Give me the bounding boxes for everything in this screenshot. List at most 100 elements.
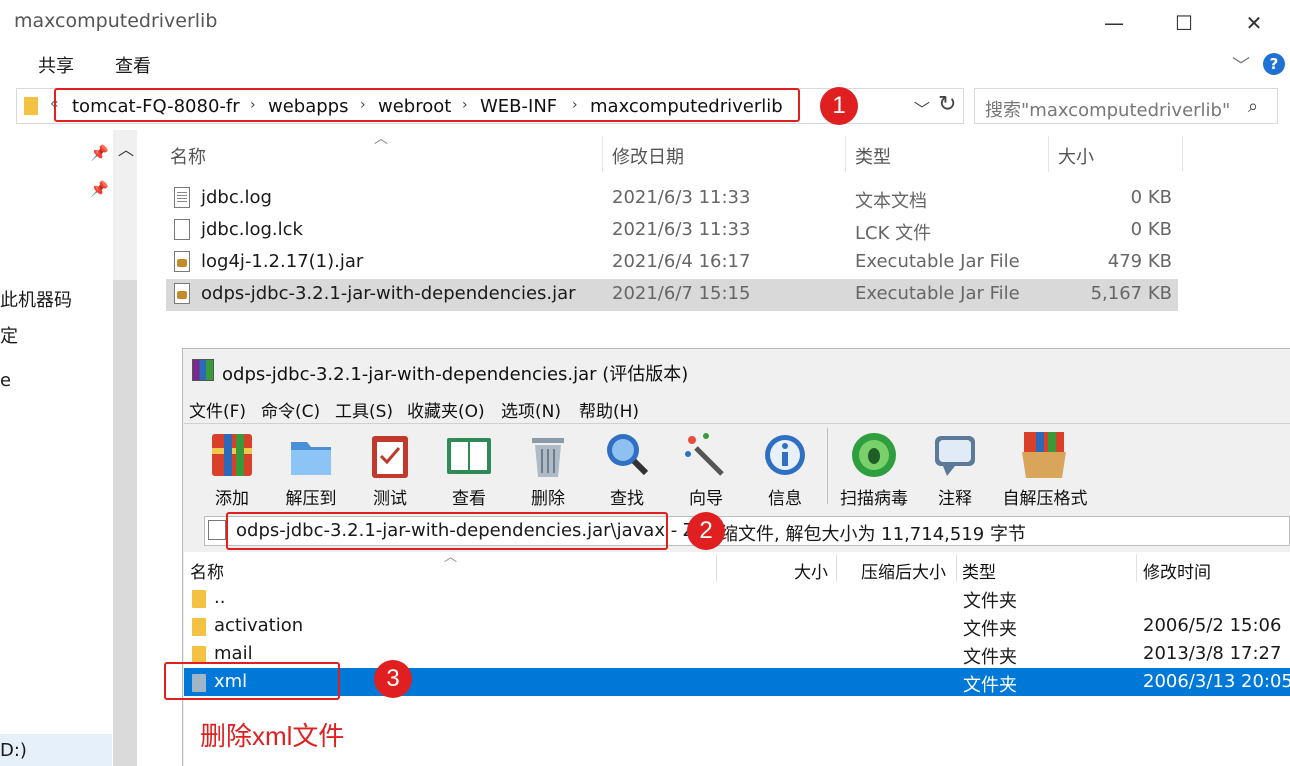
- tool-label: 扫描病毒: [840, 489, 908, 509]
- tool-virus-scan-button[interactable]: 扫描病毒: [837, 426, 911, 509]
- nav-item-fragment[interactable]: e: [0, 370, 11, 391]
- search-icon[interactable]: ⌕: [1248, 96, 1258, 117]
- tool-find-button[interactable]: 查找: [590, 426, 664, 509]
- file-row[interactable]: jdbc.log.lck 2021/6/3 11:33 LCK 文件 0 KB: [166, 215, 1178, 247]
- tool-label: 查看: [452, 489, 486, 509]
- tool-label: 信息: [768, 489, 802, 509]
- column-divider[interactable]: [1048, 136, 1049, 172]
- column-divider[interactable]: [956, 554, 957, 582]
- search-input[interactable]: 搜索"maxcomputedriverlib": [985, 96, 1230, 122]
- help-icon[interactable]: ?: [1263, 53, 1285, 75]
- column-header-modified[interactable]: 修改时间: [1143, 558, 1211, 583]
- column-header-size[interactable]: 大小: [1058, 143, 1094, 169]
- tool-label: 解压到: [285, 489, 337, 509]
- ribbon-expand-chevron-icon[interactable]: ﹀: [1232, 52, 1250, 78]
- view-book-icon: [445, 430, 493, 480]
- annotation-box-address: [54, 88, 800, 122]
- file-row[interactable]: jdbc.log 2021/6/3 11:33 文本文档 0 KB: [166, 183, 1178, 215]
- column-divider[interactable]: [716, 554, 717, 582]
- column-header-type[interactable]: 类型: [962, 558, 996, 583]
- file-date: 2021/6/3 11:33: [612, 219, 751, 240]
- close-button[interactable]: ✕: [1234, 8, 1274, 38]
- annotation-note: 删除xml文件: [200, 721, 345, 751]
- column-divider[interactable]: [1182, 136, 1183, 172]
- file-date: 2021/6/7 15:15: [612, 283, 751, 304]
- toolbar-separator: [827, 428, 828, 504]
- column-header-name[interactable]: 名称: [170, 143, 206, 169]
- tool-add-button[interactable]: 添加: [195, 426, 269, 509]
- menu-divider: [184, 423, 1290, 424]
- file-type: Executable Jar File: [855, 283, 1020, 304]
- list-item-selected[interactable]: xml 文件夹 2006/3/13 20:05: [184, 668, 1290, 696]
- jar-file-icon: [174, 251, 190, 272]
- pin-icon[interactable]: 📌: [90, 180, 109, 198]
- pin-icon[interactable]: 📌: [90, 144, 109, 162]
- column-divider[interactable]: [1136, 554, 1137, 582]
- tool-test-button[interactable]: 测试: [353, 426, 427, 509]
- text-file-icon: [174, 187, 190, 208]
- tool-sfx-button[interactable]: 自解压格式: [998, 426, 1092, 509]
- tool-delete-button[interactable]: 删除: [511, 426, 585, 509]
- menu-favorites[interactable]: 收藏夹(O): [407, 397, 485, 422]
- nav-item-drive-d[interactable]: D:): [0, 740, 27, 761]
- scroll-up-arrow-icon[interactable]: ︿: [118, 136, 134, 160]
- annotation-box-path: [226, 512, 668, 550]
- tool-label: 注释: [938, 489, 972, 509]
- column-header-packed-size[interactable]: 压缩后大小: [861, 558, 946, 583]
- column-divider[interactable]: [845, 136, 846, 172]
- list-item[interactable]: mail 文件夹 2013/3/8 17:27: [184, 640, 1290, 668]
- menu-file[interactable]: 文件(F): [189, 397, 246, 422]
- column-header-name[interactable]: 名称: [190, 558, 224, 583]
- list-item[interactable]: activation 文件夹 2006/5/2 15:06: [184, 612, 1290, 640]
- menu-help[interactable]: 帮助(H): [579, 397, 639, 422]
- list-item-parent[interactable]: .. 文件夹: [184, 584, 1290, 612]
- window-title: maxcomputedriverlib: [14, 10, 218, 32]
- maximize-button[interactable]: ☐: [1164, 8, 1204, 38]
- tool-extract-button[interactable]: 解压到: [274, 426, 348, 509]
- tool-wizard-button[interactable]: 向导: [669, 426, 743, 509]
- menu-commands[interactable]: 命令(C): [261, 397, 320, 422]
- sort-ascending-icon: ︿: [374, 131, 388, 147]
- annotation-badge-3: 3: [374, 660, 412, 698]
- nav-item-this-pc[interactable]: 此机器码: [0, 286, 72, 312]
- tab-share[interactable]: 共享: [38, 52, 74, 78]
- file-size: 0 KB: [1130, 219, 1172, 240]
- item-modified: 2013/3/8 17:27: [1143, 643, 1282, 664]
- tool-view-button[interactable]: 查看: [432, 426, 506, 509]
- column-header-date[interactable]: 修改日期: [612, 143, 684, 169]
- archive-file-icon: [208, 520, 226, 540]
- file-type: 文本文档: [855, 191, 927, 212]
- minimize-button[interactable]: —: [1094, 8, 1134, 38]
- column-header-size[interactable]: 大小: [794, 558, 828, 583]
- file-name: log4j-1.2.17(1).jar: [201, 251, 364, 272]
- tool-label: 查找: [610, 489, 644, 509]
- refresh-icon[interactable]: ↻: [938, 92, 956, 117]
- column-header-type[interactable]: 类型: [855, 143, 891, 169]
- tool-label: 测试: [373, 489, 407, 509]
- file-row[interactable]: log4j-1.2.17(1).jar 2021/6/4 16:17 Execu…: [166, 247, 1178, 279]
- tool-comment-button[interactable]: 注释: [918, 426, 992, 509]
- folder-icon: [192, 618, 206, 636]
- jar-file-icon: [174, 283, 190, 304]
- menu-tools[interactable]: 工具(S): [335, 397, 393, 422]
- magnifier-icon: [603, 430, 651, 480]
- file-type: LCK 文件: [855, 223, 932, 244]
- file-date: 2021/6/3 11:33: [612, 187, 751, 208]
- file-name: jdbc.log.lck: [201, 219, 303, 240]
- file-type: Executable Jar File: [855, 251, 1020, 272]
- file-row-selected[interactable]: odps-jdbc-3.2.1-jar-with-dependencies.ja…: [166, 279, 1178, 311]
- item-type: 文件夹: [963, 675, 1017, 696]
- tool-info-button[interactable]: 信息: [748, 426, 822, 509]
- folder-icon: [192, 590, 206, 608]
- column-divider[interactable]: [836, 554, 837, 582]
- trash-can-icon: [524, 430, 572, 480]
- winrar-app-icon: [192, 359, 214, 381]
- item-name: activation: [214, 615, 304, 636]
- tab-view[interactable]: 查看: [115, 52, 151, 78]
- annotation-box-xml: [164, 662, 340, 700]
- column-divider[interactable]: [602, 136, 603, 172]
- nav-scrollbar-thumb[interactable]: [113, 280, 137, 766]
- history-dropdown-chevron-icon[interactable]: ﹀: [914, 96, 930, 120]
- nav-item-fragment[interactable]: 定: [0, 322, 18, 348]
- menu-options[interactable]: 选项(N): [501, 397, 561, 422]
